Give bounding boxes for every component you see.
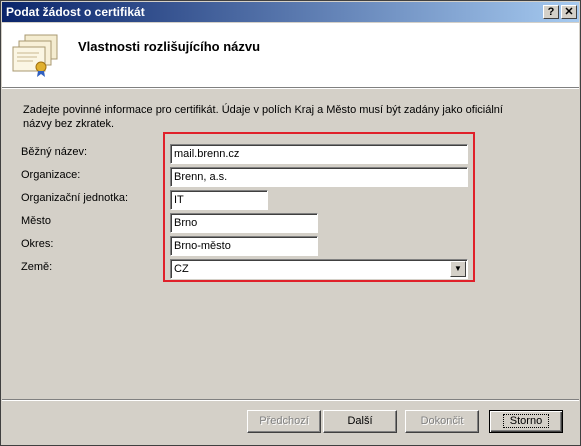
city-label: Město <box>21 215 51 227</box>
next-button[interactable]: Další <box>323 410 397 433</box>
org-unit-field[interactable]: IT <box>170 190 268 210</box>
city-field[interactable]: Brno <box>170 213 318 233</box>
organization-field[interactable]: Brenn, a.s. <box>170 167 468 187</box>
district-label: Okres: <box>21 238 54 250</box>
district-field[interactable]: Brno-město <box>170 236 318 256</box>
window-title: Podat žádost o certifikát <box>6 5 145 19</box>
help-button[interactable]: ? <box>543 5 559 19</box>
cancel-button-label: Storno <box>502 414 550 428</box>
certificate-icon <box>12 34 58 77</box>
close-button[interactable]: ✕ <box>561 5 577 19</box>
divider <box>2 88 579 89</box>
common-name-label: Běžný název: <box>21 146 88 158</box>
title-bar[interactable]: Podat žádost o certifikát ? ✕ <box>2 2 579 22</box>
common-name-field[interactable]: mail.brenn.cz <box>170 144 468 164</box>
chevron-down-icon[interactable]: ▼ <box>450 261 466 277</box>
dialog-window: Podat žádost o certifikát ? ✕ Vlastnosti… <box>0 0 581 446</box>
wizard-header: Vlastnosti rozlišujícího názvu <box>2 23 579 88</box>
finish-button-label: Dokončit <box>420 415 464 427</box>
page-title: Vlastnosti rozlišujícího názvu <box>78 39 261 54</box>
back-button[interactable]: Předchozí <box>247 410 321 433</box>
instructions-text: Zadejte povinné informace pro certifikát… <box>23 104 503 130</box>
country-select-value: CZ <box>174 263 189 275</box>
cancel-button[interactable]: Storno <box>489 410 563 433</box>
organization-label: Organizace: <box>21 169 81 181</box>
next-button-label: Další <box>347 415 373 427</box>
country-label: Země: <box>21 261 53 273</box>
country-select[interactable]: CZ ▼ <box>170 259 468 279</box>
finish-button[interactable]: Dokončit <box>405 410 479 433</box>
org-unit-label: Organizační jednotka: <box>21 192 129 204</box>
divider <box>2 400 579 401</box>
back-button-label: Předchozí <box>259 415 309 427</box>
